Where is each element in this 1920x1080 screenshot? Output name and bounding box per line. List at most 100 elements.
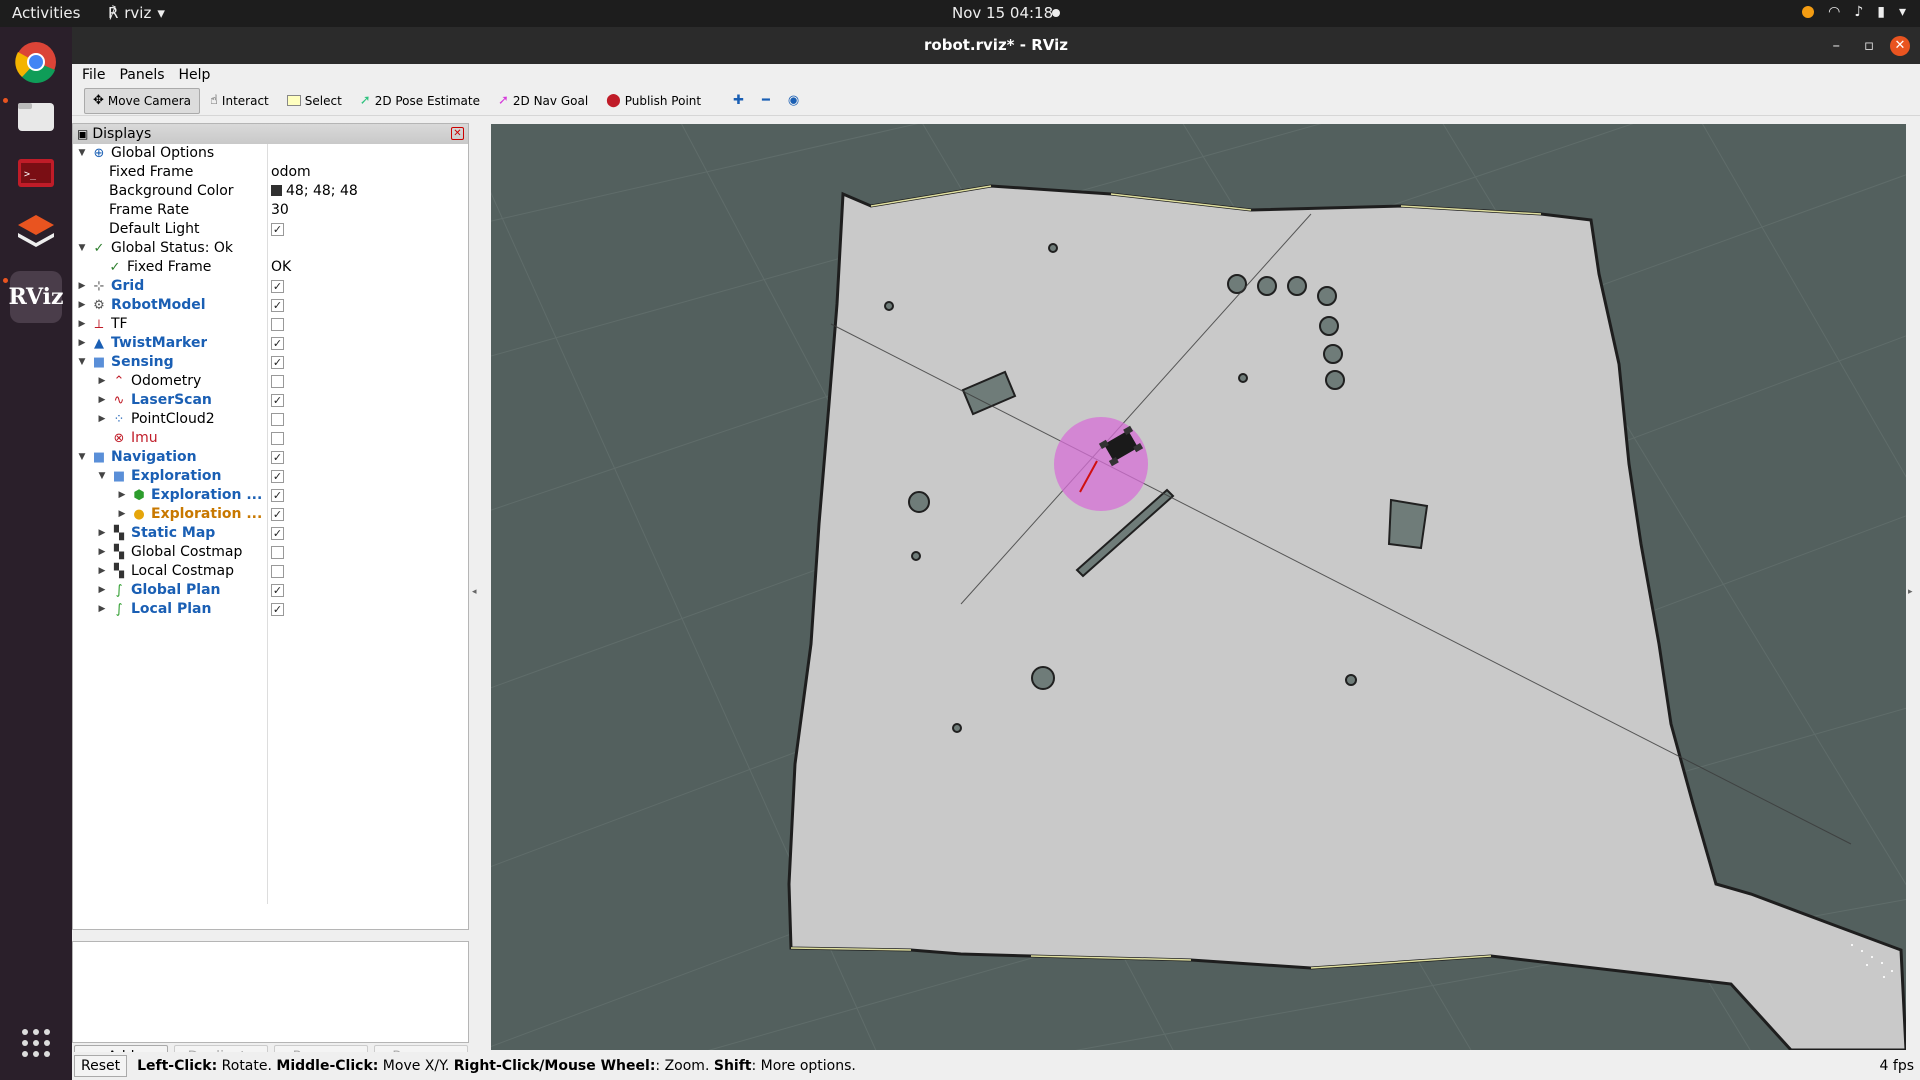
- tree-row-local-costmap[interactable]: ▶ ▚ Local Costmap: [73, 562, 468, 581]
- robot-model-checkbox[interactable]: ✓: [271, 299, 284, 312]
- battery-icon[interactable]: ▮: [1877, 4, 1885, 20]
- publish-point-button[interactable]: ⬤ Publish Point: [598, 88, 709, 114]
- chevron-right-icon[interactable]: ▶: [97, 581, 107, 600]
- color-value[interactable]: 48; 48; 48: [271, 182, 358, 201]
- chevron-right-icon[interactable]: ▶: [97, 391, 107, 410]
- update-icon[interactable]: [1802, 6, 1815, 18]
- exploration-checkbox[interactable]: ✓: [271, 470, 284, 483]
- twist-marker-checkbox[interactable]: ✓: [271, 337, 284, 350]
- view-options-button[interactable]: ◉: [780, 88, 807, 114]
- navigation-checkbox[interactable]: ✓: [271, 451, 284, 464]
- menu-panels[interactable]: Panels: [119, 67, 164, 83]
- 3d-viewport[interactable]: [491, 124, 1906, 1050]
- pose-estimate-button[interactable]: ➚ 2D Pose Estimate: [352, 88, 488, 114]
- chevron-right-icon[interactable]: ▶: [97, 543, 107, 562]
- nav-goal-button[interactable]: ➚ 2D Nav Goal: [490, 88, 596, 114]
- chevron-right-icon[interactable]: ▶: [77, 334, 87, 353]
- tf-checkbox[interactable]: [271, 318, 284, 331]
- select-button[interactable]: Select: [279, 88, 350, 114]
- remove-tool-button[interactable]: ━: [754, 88, 778, 114]
- chevron-right-icon[interactable]: ▶: [117, 505, 127, 524]
- odometry-checkbox[interactable]: [271, 375, 284, 388]
- tree-row-robot-model[interactable]: ▶ ⚙ RobotModel ✓: [73, 296, 468, 315]
- minimize-icon[interactable]: –: [1833, 27, 1841, 64]
- chevron-right-icon[interactable]: ▶: [77, 296, 87, 315]
- tree-row-imu[interactable]: ⊗ Imu: [73, 429, 468, 448]
- activities-button[interactable]: Activities: [12, 4, 80, 22]
- interact-button[interactable]: ☝ Interact: [202, 88, 277, 114]
- tree-row-default-light[interactable]: Default Light ✓: [73, 220, 468, 239]
- splitter-handle-left[interactable]: ◂: [472, 587, 477, 597]
- exploration-2-checkbox[interactable]: ✓: [271, 508, 284, 521]
- chevron-right-icon[interactable]: ▶: [77, 315, 87, 334]
- add-tool-button[interactable]: ✚: [725, 88, 752, 114]
- chevron-right-icon[interactable]: ▶: [97, 600, 107, 619]
- tree-row-navigation[interactable]: ▼ ■ Navigation ✓: [73, 448, 468, 467]
- menu-help[interactable]: Help: [179, 67, 211, 83]
- tree-row-point-cloud[interactable]: ▶ ⁘ PointCloud2: [73, 410, 468, 429]
- tree-row-background-color[interactable]: Background Color 48; 48; 48: [73, 182, 468, 201]
- clock[interactable]: Nov 15 04:18: [952, 4, 1053, 22]
- close-icon[interactable]: ✕: [1890, 36, 1910, 56]
- tree-row-exploration[interactable]: ▼ ■ Exploration ✓: [73, 467, 468, 486]
- chevron-right-icon[interactable]: ▶: [97, 410, 107, 429]
- chevron-right-icon[interactable]: ▶: [117, 486, 127, 505]
- app-menu[interactable]: ℟ rviz ▾: [108, 4, 165, 22]
- tree-row-exploration-2[interactable]: ▶ ● Exploration ... ✓: [73, 505, 468, 524]
- chevron-down-icon[interactable]: ▼: [97, 467, 107, 486]
- tree-row-global-costmap[interactable]: ▶ ▚ Global Costmap: [73, 543, 468, 562]
- move-camera-button[interactable]: ✥ Move Camera: [84, 87, 200, 114]
- sensing-checkbox[interactable]: ✓: [271, 356, 284, 369]
- tree-row-status-fixed-frame[interactable]: ✓ Fixed Frame OK: [73, 258, 468, 277]
- files-icon[interactable]: [10, 91, 62, 143]
- chevron-down-icon[interactable]: ▼: [77, 353, 87, 372]
- volume-icon[interactable]: ♪: [1854, 4, 1863, 20]
- tree-row-odometry[interactable]: ▶ ⌃ Odometry: [73, 372, 468, 391]
- local-costmap-checkbox[interactable]: [271, 565, 284, 578]
- menu-file[interactable]: File: [82, 67, 105, 83]
- chevron-right-icon[interactable]: ▶: [97, 562, 107, 581]
- tree-row-static-map[interactable]: ▶ ▚ Static Map ✓: [73, 524, 468, 543]
- point-cloud-checkbox[interactable]: [271, 413, 284, 426]
- frame-rate-value[interactable]: 30: [271, 201, 289, 220]
- local-plan-checkbox[interactable]: ✓: [271, 603, 284, 616]
- imu-checkbox[interactable]: [271, 432, 284, 445]
- tree-row-local-plan[interactable]: ▶ ∫ Local Plan ✓: [73, 600, 468, 619]
- chevron-right-icon[interactable]: ▶: [77, 277, 87, 296]
- maximize-icon[interactable]: ▫: [1864, 27, 1874, 64]
- tree-row-frame-rate[interactable]: Frame Rate 30: [73, 201, 468, 220]
- terminal-icon[interactable]: >_: [10, 147, 62, 199]
- global-plan-checkbox[interactable]: ✓: [271, 584, 284, 597]
- rviz-dock-icon[interactable]: RViz: [8, 271, 64, 323]
- tree-row-laser-scan[interactable]: ▶ ∿ LaserScan ✓: [73, 391, 468, 410]
- chevron-right-icon[interactable]: ▶: [97, 372, 107, 391]
- laser-scan-checkbox[interactable]: ✓: [271, 394, 284, 407]
- app-grid-icon[interactable]: [10, 1017, 62, 1069]
- tree-row-exploration-1[interactable]: ▶ ⬢ Exploration ... ✓: [73, 486, 468, 505]
- system-tray[interactable]: ◠ ♪ ▮ ▾: [1802, 4, 1906, 20]
- chevron-down-icon[interactable]: ▼: [77, 448, 87, 467]
- grid-checkbox[interactable]: ✓: [271, 280, 284, 293]
- tree-row-fixed-frame[interactable]: Fixed Frame odom: [73, 163, 468, 182]
- chevron-down-icon[interactable]: ▾: [1899, 4, 1906, 20]
- tree-row-global-options[interactable]: ▼ ⊕ Global Options: [73, 144, 468, 163]
- layers-app-icon[interactable]: [10, 205, 62, 257]
- chevron-right-icon[interactable]: ▶: [97, 524, 107, 543]
- global-costmap-checkbox[interactable]: [271, 546, 284, 559]
- fixed-frame-value[interactable]: odom: [271, 163, 311, 182]
- default-light-checkbox[interactable]: ✓: [271, 223, 284, 236]
- wifi-icon[interactable]: ◠: [1828, 4, 1840, 20]
- chevron-down-icon[interactable]: ▼: [77, 144, 87, 163]
- reset-button[interactable]: Reset: [74, 1055, 128, 1077]
- tree-row-sensing[interactable]: ▼ ■ Sensing ✓: [73, 353, 468, 372]
- tree-row-grid[interactable]: ▶ ⊹ Grid ✓: [73, 277, 468, 296]
- tree-row-global-plan[interactable]: ▶ ∫ Global Plan ✓: [73, 581, 468, 600]
- splitter-handle-right[interactable]: ▸: [1908, 587, 1913, 597]
- chevron-down-icon[interactable]: ▼: [77, 239, 87, 258]
- tree-row-global-status[interactable]: ▼ ✓ Global Status: Ok: [73, 239, 468, 258]
- tree-row-tf[interactable]: ▶ ⟂ TF: [73, 315, 468, 334]
- tree-row-twist-marker[interactable]: ▶ ▲ TwistMarker ✓: [73, 334, 468, 353]
- close-panel-icon[interactable]: ✕: [451, 127, 464, 140]
- static-map-checkbox[interactable]: ✓: [271, 527, 284, 540]
- chrome-icon[interactable]: [10, 36, 62, 88]
